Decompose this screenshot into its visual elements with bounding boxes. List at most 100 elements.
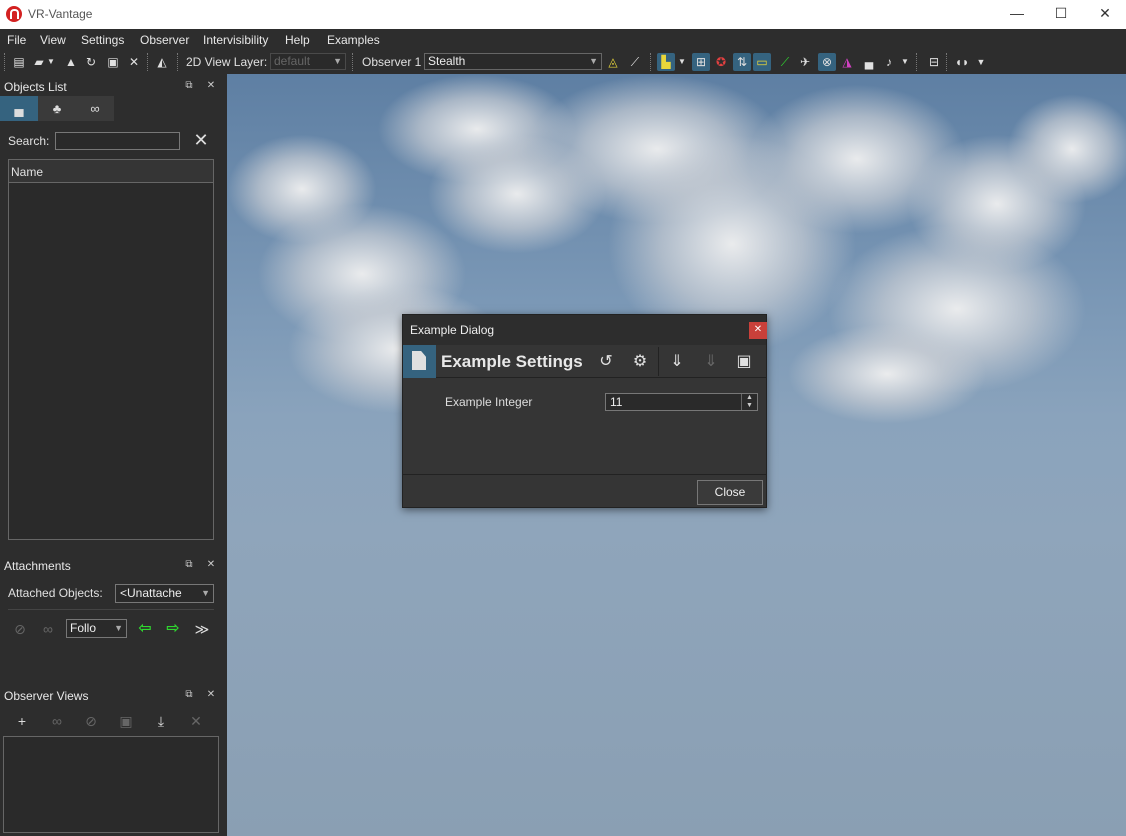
- arrow-left-icon[interactable]: ⇦: [135, 619, 155, 639]
- new-file-icon[interactable]: ▤: [10, 53, 28, 71]
- observer-views-list[interactable]: [3, 736, 219, 833]
- save-icon[interactable]: ▣: [733, 351, 755, 373]
- speaker-icon[interactable]: ♪: [880, 53, 898, 71]
- menu-view[interactable]: View: [40, 33, 66, 47]
- features-icon: ♣: [52, 101, 62, 116]
- menubar: File View Settings Observer Intervisibil…: [0, 29, 1126, 50]
- left-dock-panel: Objects List ⧉ ✕ ▄ ♣ ∞ Search: ✕ Name At…: [0, 74, 227, 836]
- vehicle-view-dropdown-icon[interactable]: ▼: [677, 53, 687, 71]
- add-view-icon[interactable]: +: [12, 711, 32, 731]
- column-name: Name: [11, 165, 44, 179]
- aircraft-icon[interactable]: ✈: [796, 53, 814, 71]
- view-layer-label: 2D View Layer:: [186, 55, 268, 69]
- tab-vehicles[interactable]: ▄: [0, 96, 38, 121]
- menu-settings[interactable]: Settings: [81, 33, 124, 47]
- attached-objects-select[interactable]: <Unattache ▼: [115, 584, 214, 603]
- attachments-header: Attachments ⧉ ✕: [0, 555, 227, 575]
- open-dropdown-icon[interactable]: ▼: [46, 53, 56, 71]
- menu-intervisibility[interactable]: Intervisibility: [203, 33, 268, 47]
- toolbar-separator: [352, 53, 354, 71]
- view-layer-value: default: [274, 54, 311, 68]
- observer-label: Observer 1: [362, 55, 422, 69]
- tab-features[interactable]: ♣: [38, 96, 76, 121]
- objects-list-title: Objects List: [4, 80, 67, 94]
- objects-list[interactable]: Name: [8, 159, 214, 540]
- undock-icon[interactable]: ⧉: [182, 558, 196, 572]
- compass-icon[interactable]: ✪: [712, 53, 730, 71]
- binoculars-icon: ∞: [90, 101, 100, 116]
- expand-down-icon[interactable]: ≫: [192, 619, 212, 639]
- document-icon: [403, 345, 436, 378]
- close-button[interactable]: Close: [697, 480, 763, 505]
- reload-icon[interactable]: ↻: [82, 53, 100, 71]
- attach-link-icon[interactable]: ∞: [38, 619, 58, 639]
- menu-observer[interactable]: Observer: [140, 33, 189, 47]
- dialog-toolbar: Example Settings ↺ ⚙ ⇓ ⇓ ▣: [403, 345, 766, 378]
- dialog-title: Example Dialog: [410, 323, 495, 337]
- download-view-icon[interactable]: ⤓: [151, 711, 171, 731]
- map-view-icon[interactable]: ⊞: [692, 53, 710, 71]
- arrow-right-icon[interactable]: ⇨: [163, 619, 183, 639]
- toolbar-separator: [4, 53, 6, 71]
- terrain-icon[interactable]: ▲: [62, 53, 80, 71]
- main-toolbar: ▤ ▰ ▼ ▲ ↻ ▣ ✕ ◭ 2D View Layer: default ▼…: [0, 50, 1126, 74]
- path-icon[interactable]: ⟋: [776, 53, 794, 71]
- playback-dropdown-icon[interactable]: ▼: [974, 53, 988, 71]
- close-window-button[interactable]: ✕: [1082, 0, 1126, 29]
- delete-view-icon[interactable]: ✕: [186, 711, 206, 731]
- spin-arrows-icon[interactable]: ▲ ▼: [741, 394, 757, 410]
- menu-file[interactable]: File: [7, 33, 26, 47]
- undock-icon[interactable]: ⧉: [182, 688, 196, 702]
- add-terrain-icon[interactable]: ◭: [153, 53, 171, 71]
- app-logo-icon: [6, 6, 22, 22]
- close-icon[interactable]: ✕: [204, 688, 218, 702]
- load-disabled-icon[interactable]: ⇓: [700, 351, 722, 373]
- close-scenario-icon[interactable]: ✕: [125, 53, 143, 71]
- observer-views-title: Observer Views: [4, 689, 89, 703]
- example-integer-spinbox[interactable]: 11 ▲ ▼: [605, 393, 758, 411]
- close-icon[interactable]: ✕: [204, 558, 218, 572]
- search-input[interactable]: [55, 132, 180, 150]
- playback-icon[interactable]: ◖◗: [953, 53, 971, 71]
- measure-icon[interactable]: ⟋: [626, 53, 644, 71]
- unlink-view-icon[interactable]: ⊘: [81, 711, 101, 731]
- attachments-title: Attachments: [4, 559, 71, 573]
- follow-mode-select[interactable]: Follo ▼: [66, 619, 127, 638]
- clear-search-icon[interactable]: ✕: [192, 130, 210, 150]
- attached-objects-value: <Unattache: [120, 586, 182, 600]
- undock-icon[interactable]: ⧉: [182, 79, 196, 93]
- pyramid-icon[interactable]: ◬: [604, 53, 622, 71]
- toolbar-separator: [658, 347, 659, 376]
- minimize-button[interactable]: —: [994, 0, 1040, 29]
- dialog-close-icon[interactable]: ✕: [749, 322, 767, 339]
- divider: [8, 609, 214, 610]
- car-icon[interactable]: ▄: [860, 53, 878, 71]
- example-integer-value: 11: [610, 395, 623, 409]
- tab-observers[interactable]: ∞: [76, 96, 114, 121]
- label-icon[interactable]: ▭: [753, 53, 771, 71]
- detach-icon[interactable]: ⊘: [10, 619, 30, 639]
- load-icon[interactable]: ⇓: [666, 351, 688, 373]
- cloud: [1007, 94, 1126, 204]
- speaker-dropdown-icon[interactable]: ▼: [900, 53, 910, 71]
- elevation-icon[interactable]: ⇅: [733, 53, 751, 71]
- divider: [403, 474, 766, 475]
- close-icon[interactable]: ✕: [204, 79, 218, 93]
- maximize-button[interactable]: ☐: [1038, 0, 1084, 29]
- reset-icon[interactable]: ↺: [595, 351, 617, 373]
- save-icon[interactable]: ▣: [104, 53, 122, 71]
- observer-select[interactable]: Stealth ▼: [424, 53, 602, 70]
- view-layer-select[interactable]: default ▼: [270, 53, 346, 70]
- menu-help[interactable]: Help: [285, 33, 310, 47]
- capture-view-icon[interactable]: ▣: [116, 711, 136, 731]
- toolbar-separator: [946, 53, 948, 71]
- gear-icon[interactable]: ⚙: [629, 351, 651, 373]
- hierarchy-icon[interactable]: ⊟: [925, 53, 943, 71]
- menu-examples[interactable]: Examples: [327, 33, 380, 47]
- volume-icon[interactable]: ◮: [838, 53, 856, 71]
- list-column-header[interactable]: Name: [9, 160, 213, 183]
- link-view-icon[interactable]: ∞: [47, 711, 67, 731]
- vehicle-view-icon[interactable]: ▙: [657, 53, 675, 71]
- intervisibility-icon[interactable]: ⊗: [818, 53, 836, 71]
- toolbar-separator: [147, 53, 149, 71]
